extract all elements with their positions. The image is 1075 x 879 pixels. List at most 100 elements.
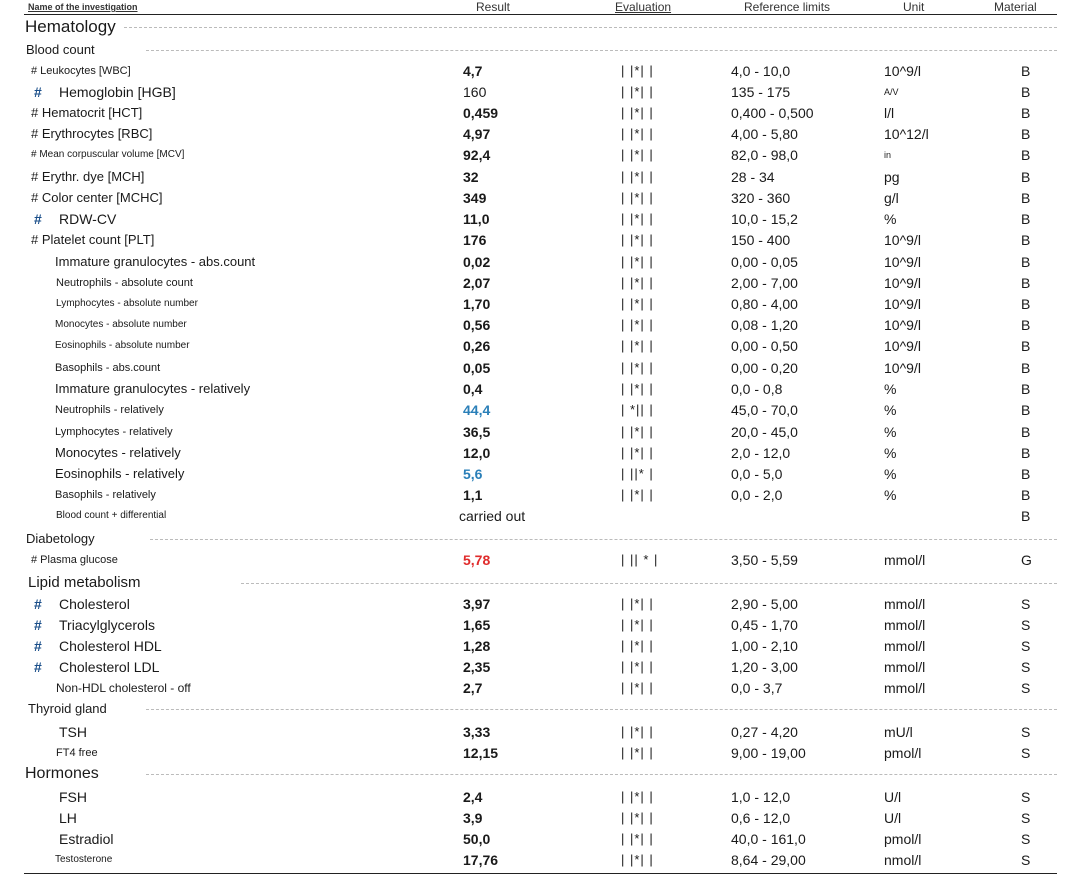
section-divider	[146, 774, 1057, 775]
test-reference: 82,0 - 98,0	[731, 147, 798, 163]
section-title: Thyroid gland	[28, 701, 107, 716]
test-unit: 10^9/l	[884, 232, 921, 248]
test-material: B	[1021, 424, 1031, 440]
test-material: B	[1021, 317, 1031, 333]
test-material: B	[1021, 147, 1031, 163]
test-reference: 0,00 - 0,20	[731, 360, 798, 376]
test-reference: 2,90 - 5,00	[731, 596, 798, 612]
test-evaluation: | |*| |	[621, 105, 654, 120]
test-material: B	[1021, 84, 1031, 100]
test-evaluation: | |*| |	[621, 810, 654, 825]
test-material: S	[1021, 852, 1031, 868]
test-reference: 0,0 - 0,8	[731, 381, 783, 397]
table-row: # Cholesterol LDL 2,35 | |*| | 1,20 - 3,…	[0, 657, 1075, 677]
test-unit: %	[884, 466, 897, 482]
test-evaluation: | |*| |	[621, 789, 654, 804]
test-name: Testosterone	[55, 854, 113, 865]
test-result: 4,7	[463, 63, 483, 79]
header-reference: Reference limits	[744, 0, 831, 14]
test-unit: mmol/l	[884, 552, 926, 568]
test-reference: 0,08 - 1,20	[731, 317, 798, 333]
test-unit: in	[884, 150, 892, 160]
table-row: Blood count + differential carried out B	[0, 506, 1075, 526]
hash-marker: #	[34, 638, 42, 654]
header-unit: Unit	[903, 0, 925, 14]
test-evaluation: | |*| |	[621, 169, 654, 184]
test-name: Estradiol	[59, 831, 114, 847]
test-name: # Plasma glucose	[31, 554, 118, 566]
table-row: # Hematocrit [HCT] 0,459 | |*| | 0,400 -…	[0, 103, 1075, 123]
header-result: Result	[476, 0, 511, 14]
table-row: Immature granulocytes - relatively 0,4 |…	[0, 379, 1075, 399]
test-material: S	[1021, 724, 1031, 740]
test-material: S	[1021, 789, 1031, 805]
section-divider	[146, 50, 1057, 51]
test-result-high: 5,78	[463, 552, 491, 568]
table-row: Lymphocytes - relatively 36,5 | |*| | 20…	[0, 422, 1075, 442]
test-evaluation: | |*| |	[621, 211, 654, 226]
table-row: # Platelet count [PLT] 176 | |*| | 150 -…	[0, 230, 1075, 250]
test-result: 12,0	[463, 445, 491, 461]
hash-marker: #	[34, 211, 42, 227]
test-material: S	[1021, 680, 1031, 696]
table-row: Testosterone 17,76 | |*| | 8,64 - 29,00 …	[0, 850, 1075, 870]
table-row: Non-HDL cholesterol - off 2,7 | |*| | 0,…	[0, 678, 1075, 698]
section-lipid: Lipid metabolism	[0, 572, 1075, 594]
test-evaluation: | |*| |	[621, 381, 654, 396]
test-reference: 20,0 - 45,0	[731, 424, 798, 440]
section-divider	[146, 709, 1057, 710]
test-result: carried out	[459, 508, 526, 524]
test-evaluation: | ||* |	[621, 466, 654, 481]
test-reference: 2,0 - 12,0	[731, 445, 791, 461]
table-row: Immature granulocytes - abs.count 0,02 |…	[0, 252, 1075, 272]
test-evaluation: | |*| |	[621, 275, 654, 290]
test-result: 0,56	[463, 317, 491, 333]
test-unit: mmol/l	[884, 617, 926, 633]
test-evaluation: | |*| |	[621, 745, 654, 760]
test-result: 17,76	[463, 852, 499, 868]
table-row: # Erythr. dye [MCH] 32 | |*| | 28 - 34 p…	[0, 167, 1075, 187]
test-unit: A/V	[884, 87, 899, 97]
test-name: Monocytes - relatively	[55, 445, 181, 460]
test-material: S	[1021, 745, 1031, 761]
header-evaluation: Evaluation	[615, 0, 672, 14]
test-evaluation: | |*| |	[621, 254, 654, 269]
test-reference: 4,00 - 5,80	[731, 126, 798, 142]
test-result: 0,02	[463, 254, 491, 270]
test-unit: g/l	[884, 190, 899, 206]
test-reference: 28 - 34	[731, 169, 775, 185]
test-material: B	[1021, 487, 1031, 503]
test-unit: U/l	[884, 789, 902, 805]
test-material: B	[1021, 232, 1031, 248]
test-name: Lymphocytes - absolute number	[56, 298, 198, 309]
test-unit: mmol/l	[884, 659, 926, 675]
test-material: S	[1021, 831, 1031, 847]
test-reference: 0,0 - 3,7	[731, 680, 783, 696]
footer-rule	[24, 873, 1057, 874]
test-unit: 10^9/l	[884, 275, 921, 291]
test-result: 3,33	[463, 724, 491, 740]
test-reference: 40,0 - 161,0	[731, 831, 806, 847]
test-unit: %	[884, 402, 897, 418]
test-name: Hemoglobin [HGB]	[59, 84, 176, 100]
test-reference: 0,00 - 0,50	[731, 338, 798, 354]
section-hematology: Hematology	[0, 16, 1075, 38]
test-name: Non-HDL cholesterol - off	[56, 681, 191, 695]
table-row: FSH 2,4 | |*| | 1,0 - 12,0 U/l S	[0, 787, 1075, 807]
test-name: # Color center [MCHC]	[31, 190, 163, 205]
test-evaluation: | |*| |	[621, 596, 654, 611]
test-evaluation: | |*| |	[621, 296, 654, 311]
test-result: 12,15	[463, 745, 499, 761]
test-reference: 0,80 - 4,00	[731, 296, 798, 312]
test-reference: 0,45 - 1,70	[731, 617, 798, 633]
test-unit: 10^9/l	[884, 338, 921, 354]
test-name: FT4 free	[56, 747, 98, 759]
test-material: S	[1021, 659, 1031, 675]
test-reference: 2,00 - 7,00	[731, 275, 798, 291]
test-name: Eosinophils - relatively	[55, 466, 185, 481]
hash-marker: #	[34, 659, 42, 675]
test-reference: 1,0 - 12,0	[731, 789, 791, 805]
test-unit: l/l	[884, 105, 895, 121]
test-reference: 320 - 360	[731, 190, 791, 206]
test-result-high: 5,6	[463, 466, 483, 482]
